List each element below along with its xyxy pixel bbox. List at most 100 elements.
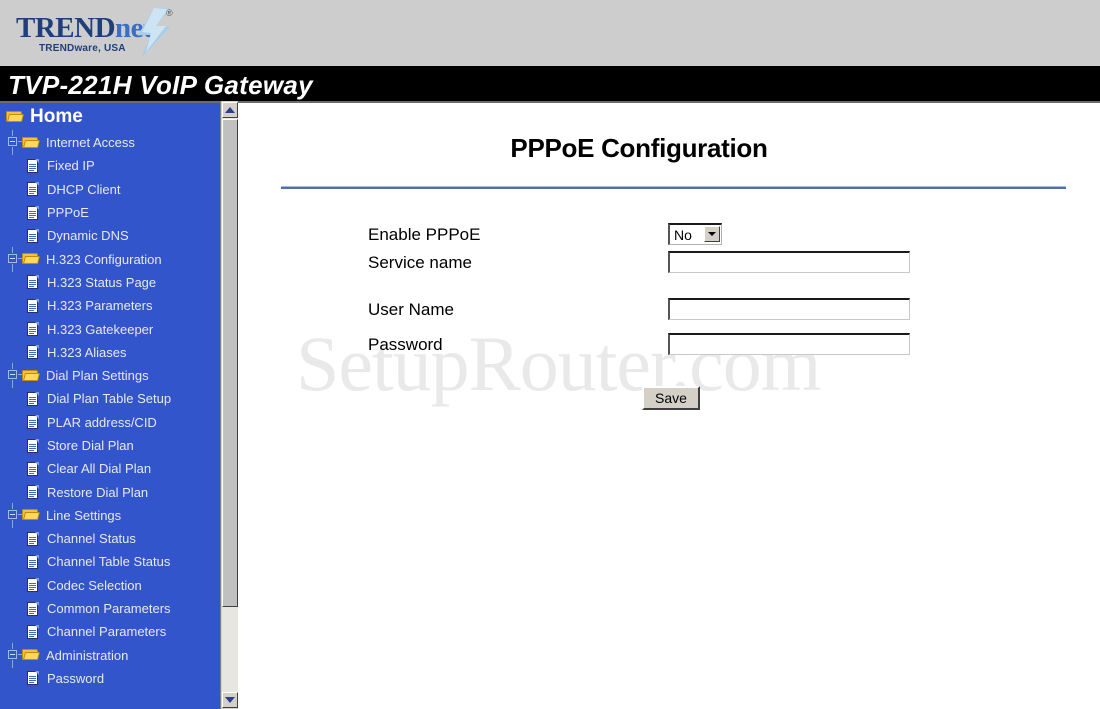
sidebar-item-h-323-gatekeeper[interactable]: H.323 Gatekeeper: [0, 317, 220, 340]
sidebar-item-label: Dial Plan Table Setup: [47, 391, 172, 407]
sidebar-item-channel-status[interactable]: Channel Status: [0, 527, 220, 550]
sidebar-item-label: H.323 Status Page: [47, 274, 157, 290]
main-content: SetupRouter.com PPPoE Configuration Enab…: [239, 103, 1100, 709]
sidebar-item-label: Dynamic DNS: [47, 228, 129, 244]
document-icon: [26, 414, 40, 430]
tree-collapse-toggle-icon[interactable]: [6, 246, 22, 272]
document-icon: [26, 577, 40, 593]
sidebar-item-label: Channel Table Status: [47, 554, 171, 570]
control-service-name: [668, 251, 910, 273]
sidebar-item-h-323-parameters[interactable]: H.323 Parameters: [0, 294, 220, 317]
sidebar-item-dial-plan-table-setup[interactable]: Dial Plan Table Setup: [0, 387, 220, 410]
sidebar-item-label: Clear All Dial Plan: [47, 461, 152, 477]
sidebar-item-line-settings[interactable]: Line Settings: [0, 502, 220, 528]
sidebar-item-label: PPPoE: [47, 205, 89, 221]
sidebar-item-fixed-ip[interactable]: Fixed IP: [0, 154, 220, 177]
document-icon: [26, 554, 40, 570]
sidebar-item-label: Line Settings: [46, 507, 122, 523]
sidebar-item-internet-access[interactable]: Internet Access: [0, 130, 220, 156]
sidebar-item-h-323-aliases[interactable]: H.323 Aliases: [0, 341, 220, 364]
logo-tagline: TRENDware, USA: [39, 43, 126, 54]
sidebar-item-dial-plan-settings[interactable]: Dial Plan Settings: [0, 363, 220, 389]
form-row-password: Password: [239, 333, 1100, 361]
sidebar-item-common-parameters[interactable]: Common Parameters: [0, 597, 220, 620]
form-row-enable-pppoe: Enable PPPoE No: [239, 223, 1100, 251]
user-name-input[interactable]: [668, 298, 910, 320]
document-icon: [26, 624, 40, 640]
folder-icon: [22, 508, 40, 522]
sidebar-item-dhcp-client[interactable]: DHCP Client: [0, 178, 220, 201]
sidebar-item-label: Dial Plan Settings: [46, 368, 149, 384]
sidebar-item-label: H.323 Parameters: [47, 298, 153, 314]
document-icon: [26, 461, 40, 477]
sidebar-item-dynamic-dns[interactable]: Dynamic DNS: [0, 224, 220, 247]
service-name-input[interactable]: [668, 251, 910, 273]
sidebar-item-h-323-configuration[interactable]: H.323 Configuration: [0, 246, 220, 272]
scrollbar-thumb[interactable]: [222, 119, 238, 607]
sidebar-item-channel-parameters[interactable]: Channel Parameters: [0, 620, 220, 643]
label-password: Password: [368, 335, 443, 354]
device-title: TVP-221H VoIP Gateway: [8, 70, 313, 100]
document-icon: [26, 158, 40, 174]
sidebar-item-home[interactable]: Home: [0, 103, 220, 131]
tree-collapse-toggle-icon[interactable]: [6, 130, 22, 156]
tree-collapse-toggle-icon[interactable]: [6, 642, 22, 668]
sidebar-item-label: Internet Access: [46, 135, 135, 151]
form-row-user-name: User Name: [239, 298, 1100, 326]
folder-icon: [22, 252, 40, 266]
sidebar-item-codec-selection[interactable]: Codec Selection: [0, 574, 220, 597]
scroll-down-arrow-icon: [225, 697, 235, 703]
sidebar-item-label: Administration: [46, 647, 129, 663]
scroll-up-button[interactable]: [222, 102, 238, 118]
sidebar-item-label: Store Dial Plan: [47, 438, 134, 453]
sidebar-scrollbar[interactable]: [220, 101, 238, 709]
password-input[interactable]: [668, 333, 910, 355]
sidebar-item-label: DHCP Client: [47, 181, 121, 197]
tree-collapse-toggle-icon[interactable]: [6, 363, 22, 389]
document-icon: [26, 298, 40, 314]
document-icon: [26, 531, 40, 547]
scroll-down-button[interactable]: [222, 692, 238, 708]
sidebar-nav: Home Internet Access Fixed IP DHCP Client PP…: [0, 103, 220, 709]
chevron-down-icon[interactable]: [704, 226, 720, 242]
document-icon: [26, 205, 40, 221]
sidebar-item-label: H.323 Aliases: [47, 344, 127, 360]
control-password: [668, 333, 910, 355]
sidebar-item-pppoe[interactable]: PPPoE: [0, 201, 220, 224]
folder-icon: [22, 369, 40, 383]
tree-collapse-toggle-icon[interactable]: [6, 502, 22, 528]
sidebar-item-label: Codec Selection: [47, 577, 142, 593]
control-enable-pppoe: No: [668, 223, 722, 245]
sidebar-item-restore-dial-plan[interactable]: Restore Dial Plan: [0, 480, 220, 503]
save-button[interactable]: Save: [642, 386, 700, 410]
document-icon: [26, 391, 40, 407]
sidebar-item-clear-all-dial-plan[interactable]: Clear All Dial Plan: [0, 457, 220, 480]
sidebar-item-administration[interactable]: Administration: [0, 642, 220, 668]
sidebar-item-label: Restore Dial Plan: [47, 484, 149, 500]
sidebar-item-h-323-status-page[interactable]: H.323 Status Page: [0, 271, 220, 294]
sidebar-item-password[interactable]: Password: [0, 667, 220, 690]
enable-pppoe-select[interactable]: No: [668, 223, 722, 245]
form-row-service-name: Service name: [239, 251, 1100, 279]
page-title: PPPoE Configuration: [510, 133, 768, 163]
folder-icon: [22, 136, 40, 150]
sidebar-item-store-dial-plan[interactable]: Store Dial Plan: [0, 434, 220, 457]
sidebar-item-plar-address-cid[interactable]: PLAR address/CID: [0, 411, 220, 434]
sidebar-item-channel-table-status[interactable]: Channel Table Status: [0, 550, 220, 573]
document-icon: [26, 321, 40, 337]
document-icon: [26, 484, 40, 500]
sidebar-item-label: Channel Status: [47, 531, 136, 547]
header-bar: TRENDnet ® TRENDware, USA: [0, 0, 1100, 66]
sidebar-item-label: Fixed IP: [47, 158, 95, 174]
